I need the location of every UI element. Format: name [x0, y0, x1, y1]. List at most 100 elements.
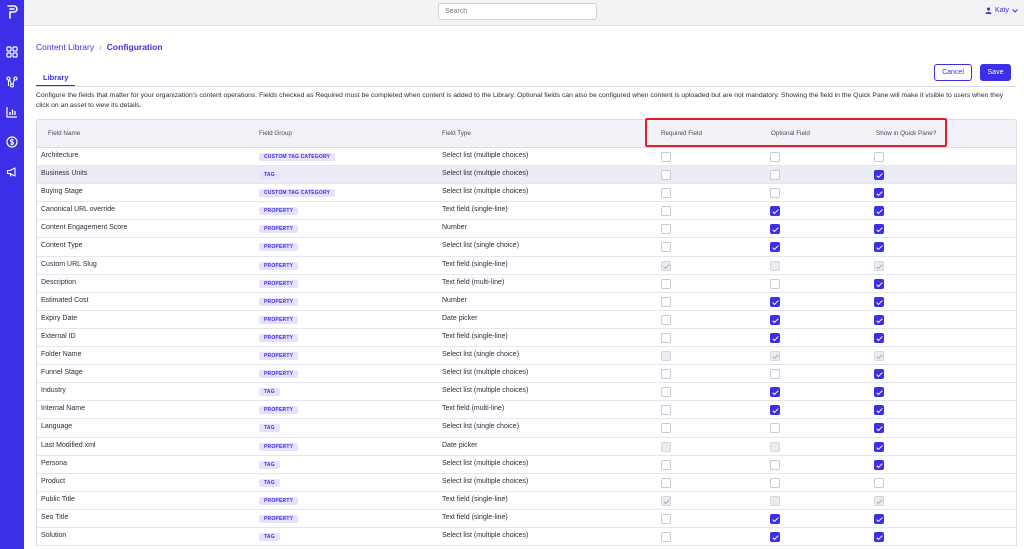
optional-checkbox[interactable]: [770, 531, 780, 542]
required-checkbox[interactable]: [661, 332, 671, 343]
optional-checkbox[interactable]: [770, 278, 780, 289]
chevron-down-icon: [1012, 8, 1018, 13]
required-checkbox[interactable]: [661, 152, 671, 162]
optional-checkbox[interactable]: [770, 170, 780, 181]
brand-logo-icon[interactable]: [5, 4, 19, 20]
table-row: Architecture CUSTOM TAG CATEGORY Select li…: [37, 148, 1016, 167]
tab-library[interactable]: Library: [36, 73, 76, 87]
required-checkbox: [661, 441, 671, 452]
quickpane-checkbox[interactable]: [874, 531, 884, 542]
field-type: Select list (single choice): [442, 351, 520, 359]
field-name: Language: [41, 423, 73, 431]
user-name: Katy: [994, 7, 1009, 14]
required-checkbox[interactable]: [661, 170, 671, 181]
field-name: Folder Name: [41, 351, 82, 359]
quickpane-checkbox[interactable]: [874, 170, 884, 181]
required-checkbox[interactable]: [661, 513, 671, 524]
grid-icon[interactable]: [6, 46, 18, 58]
optional-checkbox[interactable]: [770, 242, 780, 253]
quickpane-checkbox[interactable]: [874, 278, 884, 289]
quickpane-checkbox[interactable]: [874, 296, 884, 307]
quickpane-checkbox[interactable]: [874, 405, 884, 416]
optional-checkbox[interactable]: [770, 152, 780, 162]
required-checkbox[interactable]: [661, 387, 671, 398]
required-checkbox[interactable]: [661, 531, 671, 542]
optional-checkbox[interactable]: [770, 296, 780, 307]
quickpane-checkbox: [874, 260, 884, 271]
table-row: Public Title PROPERTY Text field (single-l…: [37, 491, 1016, 510]
required-checkbox[interactable]: [661, 206, 671, 217]
optional-checkbox[interactable]: [770, 387, 780, 398]
quickpane-checkbox[interactable]: [874, 332, 884, 343]
optional-checkbox[interactable]: [770, 405, 780, 416]
optional-checkbox[interactable]: [770, 369, 780, 380]
required-checkbox[interactable]: [661, 278, 671, 289]
table-row: Expiry Date PROPERTY Date picker: [37, 310, 1016, 329]
quickpane-checkbox[interactable]: [874, 152, 884, 162]
quickpane-checkbox[interactable]: [874, 369, 884, 380]
quickpane-checkbox[interactable]: [874, 314, 884, 325]
breadcrumb-separator: ›: [99, 42, 102, 52]
megaphone-icon[interactable]: [6, 166, 18, 178]
field-type: Select list (multiple choices): [442, 459, 529, 467]
required-checkbox: [661, 351, 671, 362]
header-show-quick-pane: Show in Quick Pane?: [876, 130, 937, 137]
optional-checkbox: [770, 351, 780, 362]
optional-checkbox[interactable]: [770, 459, 780, 470]
optional-checkbox[interactable]: [770, 477, 780, 488]
breadcrumb-content-library[interactable]: Content Library: [36, 42, 94, 52]
required-checkbox[interactable]: [661, 242, 671, 253]
field-group-badge: PROPERTY: [259, 315, 299, 324]
quickpane-checkbox: [874, 351, 884, 362]
breadcrumb: Content Library › Configuration: [36, 42, 163, 52]
optional-checkbox[interactable]: [770, 188, 780, 199]
required-checkbox[interactable]: [661, 314, 671, 325]
quickpane-checkbox[interactable]: [874, 513, 884, 524]
required-checkbox[interactable]: [661, 477, 671, 488]
field-type: Select list (single choice): [442, 242, 520, 250]
required-checkbox[interactable]: [661, 188, 671, 199]
optional-checkbox[interactable]: [770, 224, 780, 235]
page-title: Configuration: [106, 42, 163, 52]
quickpane-checkbox[interactable]: [874, 206, 884, 217]
table-row: Canonical URL override PROPERTY Text field…: [37, 202, 1016, 221]
quickpane-checkbox[interactable]: [874, 441, 884, 452]
optional-checkbox[interactable]: [770, 513, 780, 524]
quickpane-checkbox[interactable]: [874, 423, 884, 434]
required-checkbox[interactable]: [661, 369, 671, 380]
field-group-badge: PROPERTY: [259, 333, 299, 342]
field-group-badge: CUSTOM TAG CATEGORY: [259, 189, 336, 198]
table-row: Folder Name PROPERTY Select list (single c…: [37, 347, 1016, 366]
required-checkbox[interactable]: [661, 224, 671, 235]
quickpane-checkbox[interactable]: [874, 188, 884, 199]
field-name: Internal Name: [41, 405, 85, 413]
optional-checkbox[interactable]: [770, 314, 780, 325]
required-checkbox[interactable]: [661, 405, 671, 416]
field-group-badge: PROPERTY: [259, 261, 299, 270]
dollar-icon[interactable]: [6, 136, 18, 148]
field-name: Public Title: [41, 495, 75, 503]
optional-checkbox[interactable]: [770, 332, 780, 343]
field-group-badge: TAG: [259, 532, 280, 541]
field-type: Select list (multiple choices): [442, 152, 529, 159]
optional-checkbox[interactable]: [770, 206, 780, 217]
quickpane-checkbox[interactable]: [874, 242, 884, 253]
required-checkbox[interactable]: [661, 423, 671, 434]
quickpane-checkbox[interactable]: [874, 477, 884, 488]
search-input[interactable]: [438, 3, 597, 20]
quickpane-checkbox[interactable]: [874, 387, 884, 398]
save-button[interactable]: Save: [980, 64, 1011, 81]
required-checkbox[interactable]: [661, 459, 671, 470]
quickpane-checkbox[interactable]: [874, 459, 884, 470]
bar-chart-icon[interactable]: [6, 106, 18, 118]
field-type: Date picker: [442, 314, 478, 322]
field-group-badge: PROPERTY: [259, 243, 299, 252]
quickpane-checkbox[interactable]: [874, 224, 884, 235]
cancel-button[interactable]: Cancel: [934, 64, 972, 81]
page-description: Configure the fields that matter for you…: [36, 92, 1004, 109]
network-icon[interactable]: [6, 76, 18, 88]
field-name: Estimated Cost: [41, 296, 89, 304]
optional-checkbox[interactable]: [770, 423, 780, 434]
user-menu[interactable]: Katy: [985, 7, 1018, 14]
required-checkbox[interactable]: [661, 296, 671, 307]
